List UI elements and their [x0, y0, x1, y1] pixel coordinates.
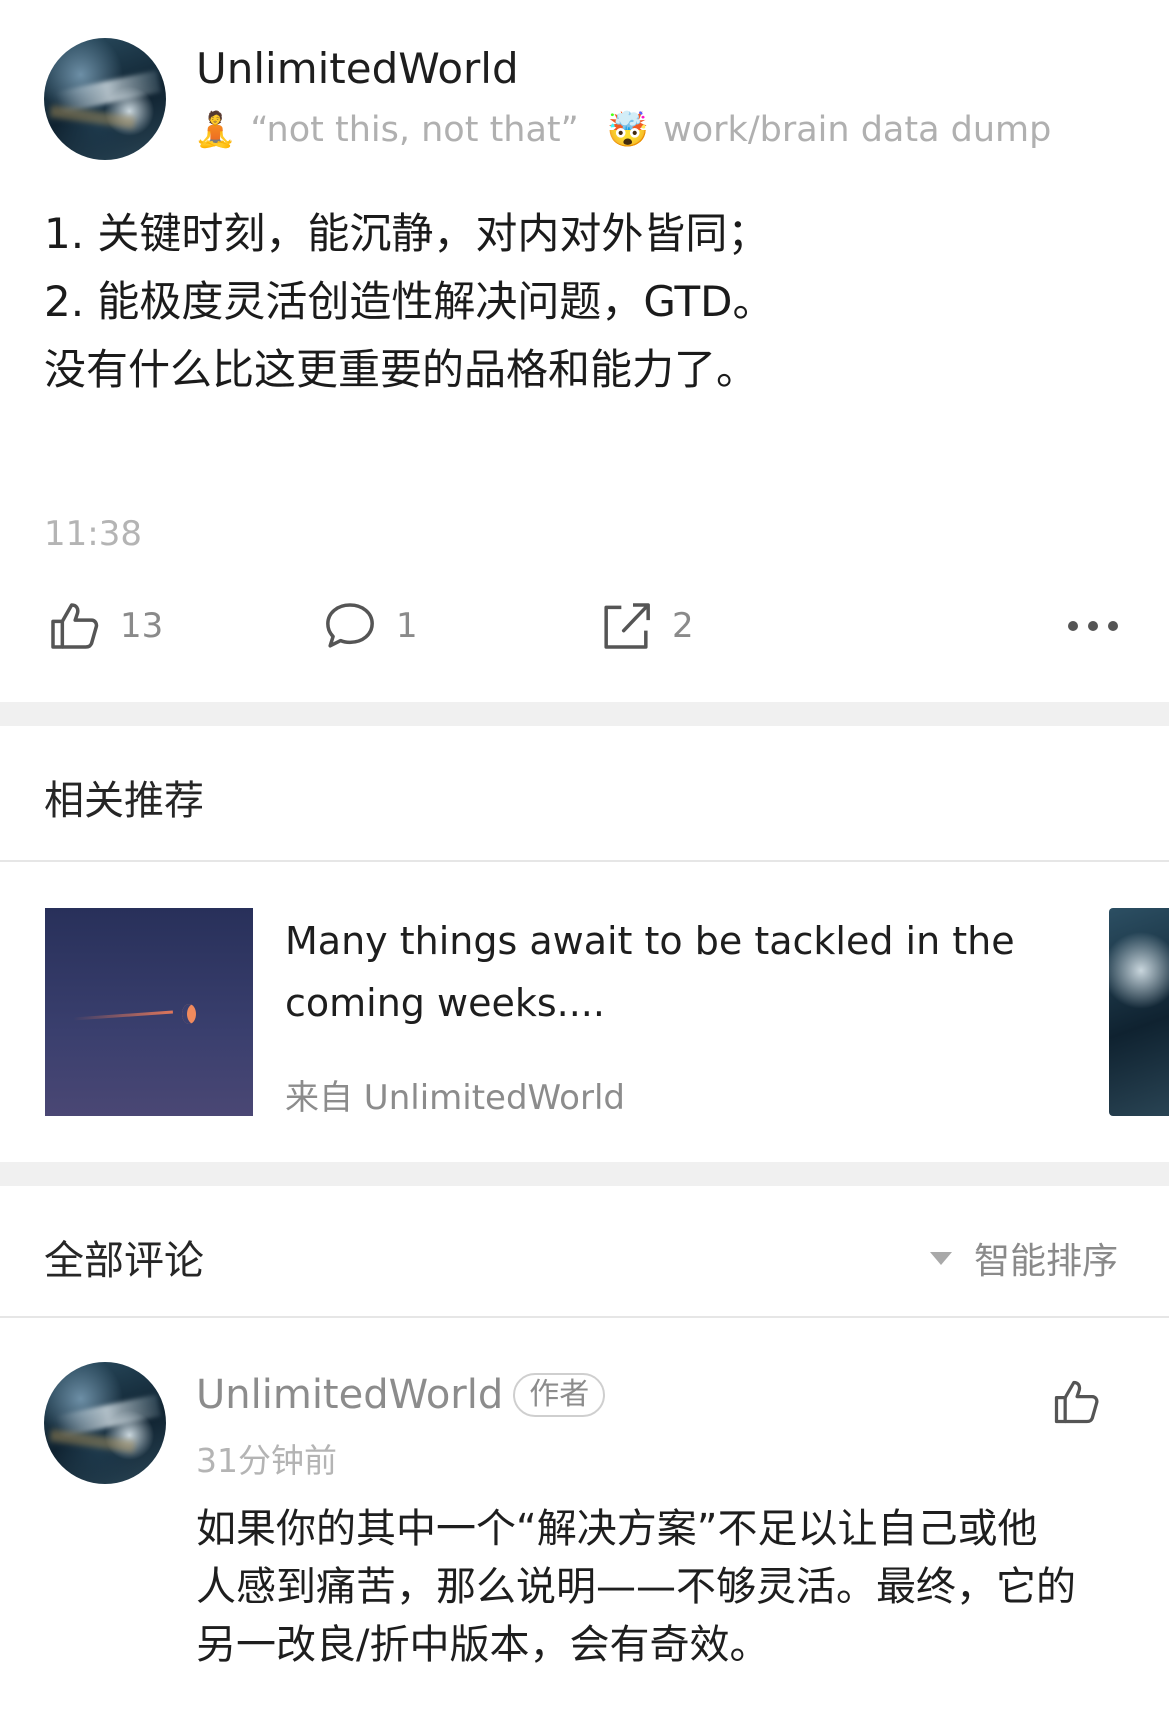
comment-author-name: UnlimitedWorld — [196, 1372, 504, 1418]
bio-text-2: work/brain data dump — [663, 110, 1052, 150]
comment-body: 如果你的其中一个“解决方案”不足以让自己或他 人感到痛苦，那么说明——不够灵活。… — [196, 1500, 1076, 1674]
comment-time: 31分钟前 — [196, 1441, 337, 1480]
comments-title: 全部评论 — [44, 1238, 204, 1284]
commenter-avatar[interactable] — [44, 1362, 166, 1484]
bio-text-1: “not this, not that” — [250, 110, 579, 150]
comment-count: 1 — [396, 606, 418, 646]
share-count: 2 — [672, 606, 694, 646]
post-line: 没有什么比这更重要的品格和能力了。 — [44, 345, 759, 394]
comment-author[interactable]: UnlimitedWorld 作者 — [196, 1372, 606, 1418]
post-time: 11:38 — [44, 514, 142, 554]
recommendation-title-line: Many things await to be tackled in the — [285, 919, 1015, 963]
post-line: 1. 关键时刻，能沉静，对内对外皆同； — [44, 209, 770, 258]
comment-like-button[interactable] — [1050, 1376, 1102, 1432]
post-line: 2. 能极度灵活创造性解决问题，GTD。 — [44, 277, 775, 326]
recommendations-title: 相关推荐 — [44, 778, 204, 824]
triangle-down-icon — [930, 1251, 952, 1265]
sort-dropdown[interactable]: 智能排序 — [930, 1232, 1118, 1284]
meditation-emoji-icon: 🧘 — [194, 110, 237, 150]
comment-line: 另一改良/折中版本，会有奇效。 — [196, 1622, 770, 1668]
author-name[interactable]: UnlimitedWorld — [196, 44, 519, 93]
thumbs-up-icon — [1054, 1380, 1099, 1424]
author-bio: 🧘 “not this, not that” 🤯 work/brain data… — [194, 110, 1051, 150]
author-badge: 作者 — [513, 1373, 606, 1417]
recommendation-thumbnail-next[interactable] — [1109, 908, 1169, 1116]
more-options-icon[interactable] — [1068, 621, 1118, 631]
thumbs-up-icon — [51, 603, 99, 649]
post-body: 1. 关键时刻，能沉静，对内对外皆同； 2. 能极度灵活创造性解决问题，GTD。… — [44, 200, 774, 404]
recommendation-title-line: coming weeks.... — [285, 981, 605, 1025]
speech-bubble-icon — [326, 603, 374, 648]
comment-line: 如果你的其中一个“解决方案”不足以让自己或他 — [196, 1506, 1038, 1552]
divider — [0, 860, 1169, 862]
section-separator — [0, 1162, 1169, 1186]
divider — [0, 1316, 1169, 1318]
recommendation-thumbnail[interactable] — [45, 908, 253, 1116]
share-arrow-icon — [604, 603, 650, 649]
recommendation-source: 来自 UnlimitedWorld — [285, 1078, 625, 1118]
sort-label: 智能排序 — [974, 1241, 1119, 1282]
author-avatar[interactable] — [44, 38, 166, 160]
recommendation-title[interactable]: Many things await to be tackled in the c… — [285, 910, 1015, 1034]
share-button[interactable]: 2 — [598, 598, 694, 654]
comment-line: 人感到痛苦，那么说明——不够灵活。最终，它的 — [196, 1564, 1076, 1610]
exploding-head-emoji-icon: 🤯 — [606, 110, 650, 150]
like-button[interactable]: 13 — [46, 598, 163, 654]
like-count: 13 — [120, 606, 164, 646]
section-separator — [0, 702, 1169, 726]
comment-button[interactable]: 1 — [322, 598, 418, 654]
